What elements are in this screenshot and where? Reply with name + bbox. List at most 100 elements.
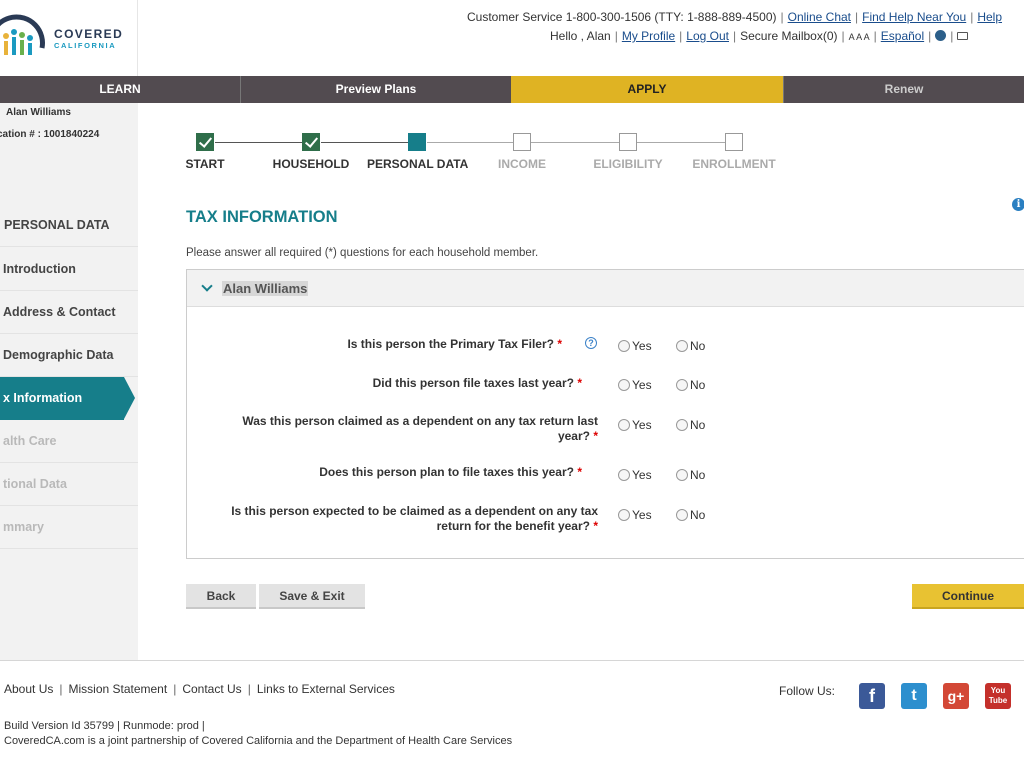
radio-button[interactable] bbox=[676, 340, 688, 352]
q3-yes-option[interactable]: Yes bbox=[618, 418, 652, 432]
divider: | bbox=[780, 10, 784, 24]
option-label: No bbox=[690, 378, 706, 392]
help-link[interactable]: Help bbox=[977, 10, 1002, 24]
globe-icon[interactable] bbox=[935, 30, 947, 41]
option-label: Yes bbox=[632, 339, 652, 353]
sidebar-item-optional-data: tional Data bbox=[0, 463, 138, 506]
sidebar-item-tax-information[interactable]: x Information bbox=[0, 377, 135, 420]
sidebar-item-summary: mmary bbox=[0, 506, 138, 549]
footer-divider bbox=[0, 660, 1024, 661]
radio-button[interactable] bbox=[676, 419, 688, 431]
utility-bar-bottom: Hello , Alan | My Profile | Log Out | Secure M… bbox=[550, 29, 969, 43]
site-header: COVERED CALIFORNIA Customer Service 1-80… bbox=[0, 0, 1024, 76]
option-label: No bbox=[690, 468, 706, 482]
radio-button[interactable] bbox=[676, 469, 688, 481]
question-text-line2: year? bbox=[557, 429, 590, 443]
step-eligibility: ELIGIBILITY bbox=[578, 133, 678, 171]
nav-renew[interactable]: Renew bbox=[783, 76, 1024, 103]
info-icon[interactable]: i bbox=[1012, 198, 1024, 211]
font-size-control[interactable]: A A A bbox=[849, 32, 870, 42]
step-current-icon bbox=[408, 133, 426, 151]
mission-statement-link[interactable]: Mission Statement bbox=[68, 682, 167, 696]
question-text: Does this person plan to file taxes this… bbox=[319, 465, 574, 479]
radio-button[interactable] bbox=[618, 509, 630, 521]
radio-button[interactable] bbox=[676, 509, 688, 521]
step-label: ENROLLMENT bbox=[692, 157, 776, 171]
logo-line2: CALIFORNIA bbox=[54, 41, 117, 50]
q4-no-option[interactable]: No bbox=[676, 468, 705, 482]
find-help-link[interactable]: Find Help Near You bbox=[862, 10, 966, 24]
q5-yes-option[interactable]: Yes bbox=[618, 508, 652, 522]
radio-button[interactable] bbox=[618, 469, 630, 481]
question-expected-dependent: Is this person expected to be claimed as… bbox=[162, 504, 598, 534]
question-file-this-year: Does this person plan to file taxes this… bbox=[162, 465, 582, 480]
radio-button[interactable] bbox=[618, 340, 630, 352]
step-pending-icon bbox=[619, 133, 637, 151]
about-us-link[interactable]: About Us bbox=[4, 682, 53, 696]
q2-no-option[interactable]: No bbox=[676, 378, 705, 392]
save-exit-button[interactable]: Save & Exit bbox=[259, 584, 365, 609]
step-pending-icon bbox=[513, 133, 531, 151]
nav-apply[interactable]: APPLY bbox=[511, 76, 783, 103]
sidebar: Alan Williams cation # : 1001840224 PERS… bbox=[0, 103, 138, 660]
question-claimed-dependent-last-year: Was this person claimed as a dependent o… bbox=[162, 414, 598, 444]
help-icon[interactable]: ? bbox=[585, 337, 597, 349]
nav-learn[interactable]: LEARN bbox=[0, 76, 240, 103]
covered-california-logo[interactable]: COVERED CALIFORNIA bbox=[0, 0, 138, 76]
facebook-icon[interactable]: f bbox=[859, 683, 885, 709]
youtube-line1: You bbox=[990, 686, 1006, 695]
sidebar-item-address-contact[interactable]: Address & Contact bbox=[0, 291, 138, 334]
member-panel-header[interactable]: Alan Williams bbox=[187, 270, 1024, 307]
q1-no-option[interactable]: No bbox=[676, 339, 705, 353]
progress-steps: START HOUSEHOLD PERSONAL DATA INCOME ELI… bbox=[184, 133, 784, 178]
back-button[interactable]: Back bbox=[186, 584, 256, 609]
step-pending-icon bbox=[725, 133, 743, 151]
step-label: HOUSEHOLD bbox=[272, 157, 350, 171]
sidebar-section-personal-data: PERSONAL DATA bbox=[0, 204, 138, 247]
question-text-line1: Is this person expected to be claimed as… bbox=[231, 504, 598, 518]
twitter-icon[interactable]: t bbox=[901, 683, 927, 709]
divider: | bbox=[247, 682, 251, 696]
divider: | bbox=[950, 29, 954, 43]
secure-mailbox-link[interactable]: Secure Mailbox(0) bbox=[740, 29, 837, 43]
question-text: Did this person file taxes last year? bbox=[372, 376, 574, 390]
step-personal-data: PERSONAL DATA bbox=[367, 133, 469, 171]
print-icon[interactable] bbox=[957, 32, 969, 40]
sidebar-item-introduction[interactable]: Introduction bbox=[0, 248, 138, 291]
build-info: Build Version Id 35799 | Runmode: prod | bbox=[4, 720, 205, 732]
espanol-link[interactable]: Español bbox=[881, 29, 924, 43]
external-services-link[interactable]: Links to External Services bbox=[257, 682, 395, 696]
contact-us-link[interactable]: Contact Us bbox=[182, 682, 241, 696]
divider: | bbox=[873, 29, 877, 43]
divider: | bbox=[733, 29, 737, 43]
q2-yes-option[interactable]: Yes bbox=[618, 378, 652, 392]
nav-preview-plans[interactable]: Preview Plans bbox=[240, 76, 511, 103]
option-label: Yes bbox=[632, 378, 652, 392]
step-label: ELIGIBILITY bbox=[593, 157, 663, 171]
youtube-icon[interactable]: You Tube bbox=[985, 683, 1011, 709]
customer-service-text: Customer Service 1-800-300-1506 (TTY: 1-… bbox=[467, 10, 777, 24]
google-plus-icon[interactable]: g+ bbox=[943, 683, 969, 709]
logo-mark-icon bbox=[0, 14, 45, 55]
q5-no-option[interactable]: No bbox=[676, 508, 705, 522]
q1-yes-option[interactable]: Yes bbox=[618, 339, 652, 353]
utility-bar-top: Customer Service 1-800-300-1506 (TTY: 1-… bbox=[467, 10, 1002, 24]
q3-no-option[interactable]: No bbox=[676, 418, 705, 432]
log-out-link[interactable]: Log Out bbox=[686, 29, 729, 43]
sidebar-item-demographic-data[interactable]: Demographic Data bbox=[0, 334, 138, 377]
option-label: No bbox=[690, 418, 706, 432]
q4-yes-option[interactable]: Yes bbox=[618, 468, 652, 482]
radio-button[interactable] bbox=[618, 379, 630, 391]
my-profile-link[interactable]: My Profile bbox=[622, 29, 675, 43]
main-nav: LEARN Preview Plans APPLY Renew bbox=[0, 76, 1024, 103]
chevron-down-icon[interactable] bbox=[201, 280, 213, 292]
radio-button[interactable] bbox=[618, 419, 630, 431]
divider: | bbox=[173, 682, 177, 696]
step-label: PERSONAL DATA bbox=[367, 157, 469, 171]
option-label: No bbox=[690, 339, 706, 353]
continue-button[interactable]: Continue bbox=[912, 584, 1024, 609]
required-marker: * bbox=[557, 337, 562, 351]
online-chat-link[interactable]: Online Chat bbox=[788, 10, 851, 24]
youtube-line2: Tube bbox=[988, 696, 1008, 705]
radio-button[interactable] bbox=[676, 379, 688, 391]
